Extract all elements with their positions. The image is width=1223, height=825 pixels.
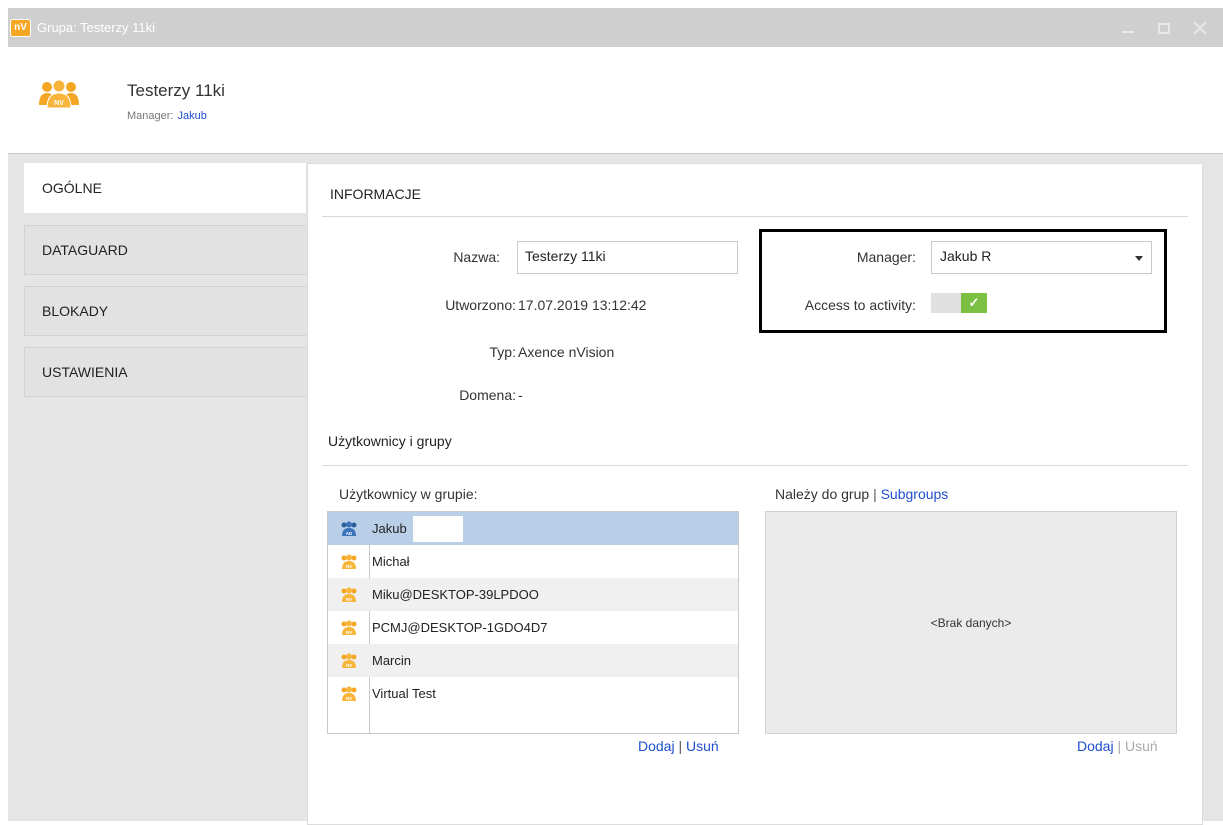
- list-item[interactable]: NV Michał: [328, 545, 738, 578]
- no-data-text: <Brak danych>: [930, 615, 1012, 630]
- separator: |: [678, 738, 683, 754]
- nv-user-group-icon: NV: [328, 554, 369, 570]
- separator: |: [1117, 738, 1122, 754]
- list-item[interactable]: AD Jakub: [328, 512, 738, 545]
- members-add-link[interactable]: Dodaj: [638, 738, 675, 754]
- type-label: Typ:: [489, 344, 516, 360]
- svg-text:NV: NV: [54, 100, 64, 107]
- list-item-name: PCMJ@DESKTOP-1GDO4D7: [372, 620, 548, 635]
- svg-text:AD: AD: [345, 531, 352, 536]
- nv-user-group-icon: NV: [328, 620, 369, 636]
- window-titlebar[interactable]: nV Grupa: Testerzy 11ki: [8, 8, 1223, 47]
- belongs-label: Należy do grup: [775, 486, 870, 502]
- body-area: OGÓLNE DATAGUARD BLOKADY USTAWIENIA INFO…: [8, 154, 1223, 825]
- content-panel: INFORMACJE Nazwa: Testerzy 11ki Utworzon…: [307, 163, 1203, 825]
- groups-remove-link[interactable]: Usuń: [1125, 738, 1158, 754]
- section-informacje-title: INFORMACJE: [330, 186, 421, 202]
- tab-dataguard[interactable]: DATAGUARD: [24, 225, 306, 275]
- type-value: Axence nVision: [518, 344, 615, 360]
- nv-user-group-icon: NV: [328, 686, 369, 702]
- maximize-icon[interactable]: [1155, 19, 1173, 37]
- name-label: Nazwa:: [453, 249, 500, 265]
- list-item-name: Jakub: [372, 521, 407, 536]
- tab-blokady[interactable]: BLOKADY: [24, 286, 306, 336]
- ad-user-group-icon: AD: [328, 521, 369, 537]
- group-name-title: Testerzy 11ki: [127, 81, 225, 100]
- list-item[interactable]: NV Miku@DESKTOP-39LPDOO: [328, 578, 738, 611]
- svg-text:NV: NV: [345, 696, 351, 701]
- manager-select-value: Jakub R: [940, 248, 992, 264]
- groups-add-link[interactable]: Dodaj: [1077, 738, 1114, 754]
- access-label: Access to activity:: [804, 297, 916, 313]
- list-item[interactable]: NV PCMJ@DESKTOP-1GDO4D7: [328, 611, 738, 644]
- header-manager: Manager: Jakub: [127, 110, 207, 122]
- minimize-icon[interactable]: [1119, 19, 1137, 37]
- users-section-title: Użytkownicy i grupy: [328, 433, 452, 449]
- close-icon[interactable]: [1191, 19, 1209, 37]
- nv-user-group-icon: NV: [328, 653, 369, 669]
- nv-user-group-icon: NV: [328, 587, 369, 603]
- name-input[interactable]: Testerzy 11ki: [517, 241, 738, 274]
- groups-list[interactable]: <Brak danych>: [765, 511, 1177, 734]
- list-item-name: Miku@DESKTOP-39LPDOO: [372, 587, 539, 602]
- subgroups-link[interactable]: Subgroups: [881, 486, 949, 502]
- list-item-name: Virtual Test: [372, 686, 436, 701]
- section-divider: [322, 216, 1188, 217]
- members-remove-link[interactable]: Usuń: [686, 738, 719, 754]
- svg-text:NV: NV: [345, 597, 351, 602]
- header-manager-label: Manager:: [127, 110, 174, 122]
- members-list[interactable]: AD Jakub NV Michał NV Miku@DESKTOP-39LPD…: [327, 511, 739, 734]
- created-value: 17.07.2019 13:12:42: [518, 297, 647, 313]
- manager-label: Manager:: [856, 249, 916, 265]
- group-icon: NV: [39, 79, 79, 109]
- app-logo-icon: nV: [10, 18, 31, 37]
- chevron-down-icon: [1135, 256, 1143, 261]
- list-item[interactable]: NV Marcin: [328, 644, 738, 677]
- tab-ustawienia[interactable]: USTAWIENIA: [24, 347, 306, 397]
- groups-actions: Dodaj | Usuń: [1077, 738, 1158, 754]
- window-title: Grupa: Testerzy 11ki: [37, 20, 156, 35]
- access-toggle[interactable]: ✓: [931, 293, 987, 313]
- group-header: NV Testerzy 11ki Manager: Jakub: [8, 47, 1223, 154]
- created-label: Utworzono:: [445, 297, 516, 313]
- members-actions: Dodaj | Usuń: [638, 738, 719, 754]
- check-icon: ✓: [961, 293, 987, 313]
- svg-text:NV: NV: [345, 630, 351, 635]
- domain-value: -: [518, 387, 523, 403]
- domain-label: Domena:: [459, 387, 516, 403]
- tab-ogolne[interactable]: OGÓLNE: [24, 163, 306, 213]
- separator: |: [873, 486, 877, 502]
- belongs-header: Należy do grup | Subgroups: [775, 486, 948, 502]
- list-item-name: Marcin: [372, 653, 412, 668]
- header-manager-link[interactable]: Jakub: [177, 110, 206, 122]
- users-divider: [322, 465, 1188, 466]
- members-label: Użytkownicy w grupie:: [339, 486, 478, 502]
- list-item-name: Michał: [372, 554, 410, 569]
- svg-text:NV: NV: [345, 663, 351, 668]
- svg-text:NV: NV: [345, 564, 351, 569]
- list-item[interactable]: NV Virtual Test: [328, 677, 738, 710]
- manager-select[interactable]: Jakub R: [931, 241, 1152, 274]
